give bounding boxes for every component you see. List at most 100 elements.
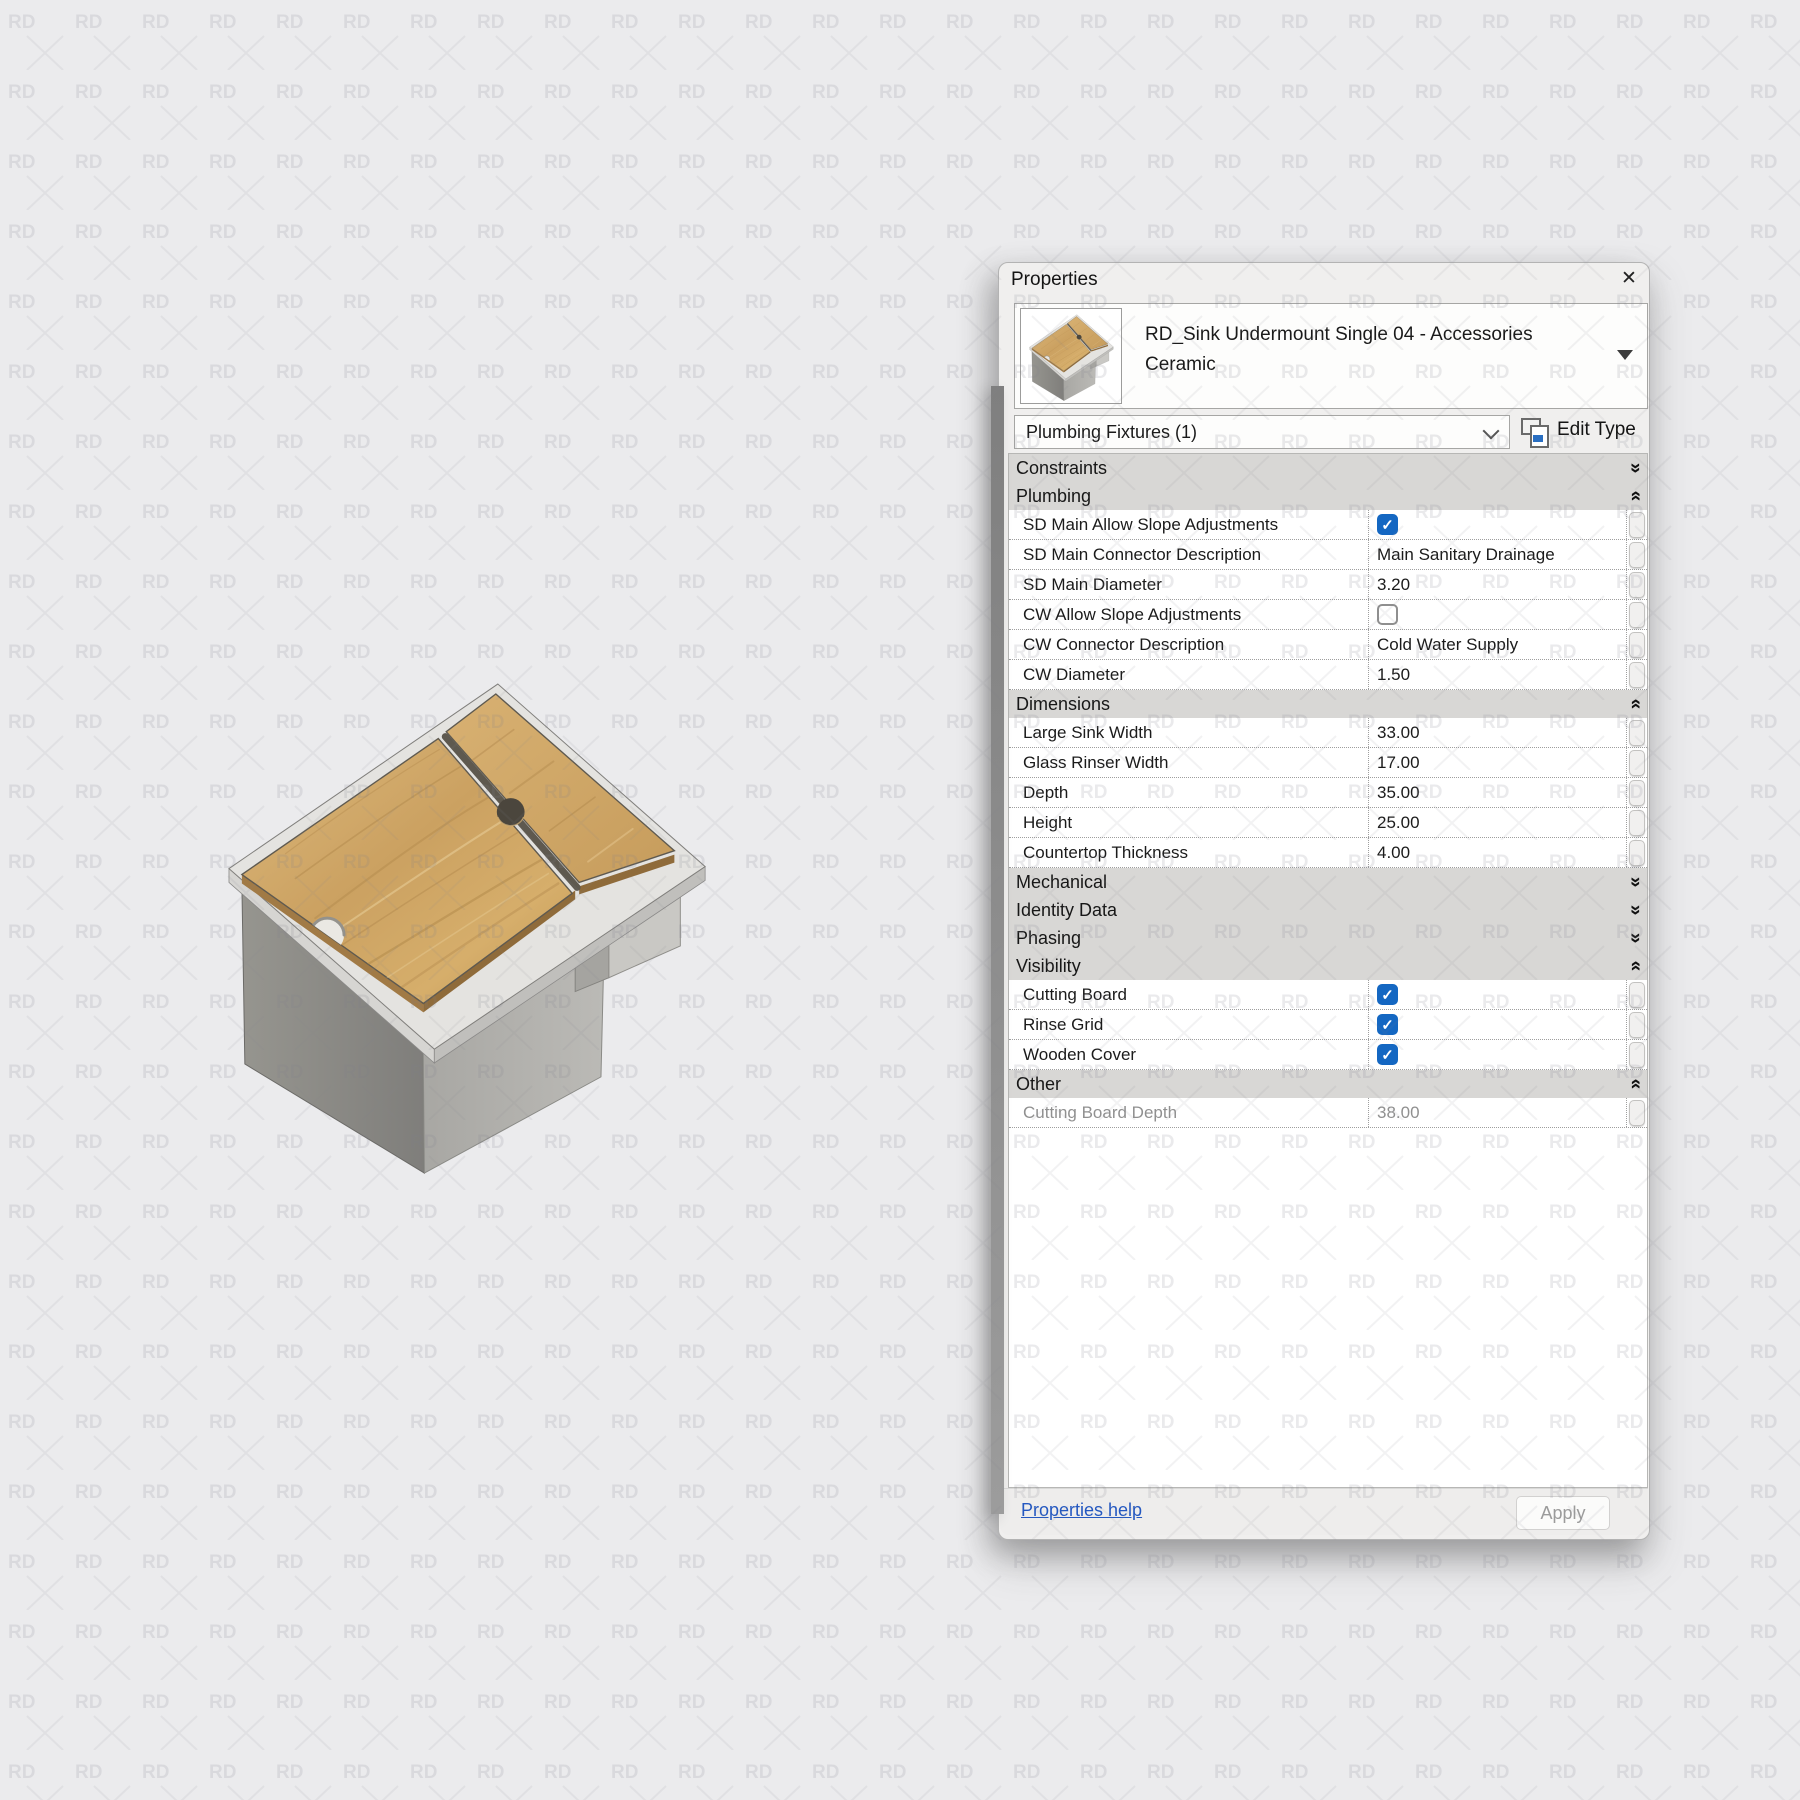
associate-parameter-button[interactable] (1629, 1012, 1645, 1038)
properties-help-link[interactable]: Properties help (1021, 1500, 1142, 1521)
prop-row-side-cell (1626, 660, 1647, 689)
type-selector[interactable]: RD_Sink Undermount Single 04 - Accessori… (1014, 303, 1648, 409)
section-label: Other (1009, 1074, 1061, 1095)
prop-label: SD Main Allow Slope Adjustments (1009, 510, 1368, 539)
section-expand-icon[interactable]: » (1626, 877, 1645, 888)
associate-parameter-button[interactable] (1629, 1100, 1645, 1126)
prop-label: Height (1009, 808, 1368, 837)
chevron-down-icon (1483, 423, 1500, 440)
prop-row-cw-connector-description: CW Connector DescriptionCold Water Suppl… (1009, 630, 1647, 660)
prop-row-rinse-grid: Rinse Grid ✓ (1009, 1010, 1647, 1040)
prop-value[interactable]: 1.50 (1368, 660, 1626, 689)
properties-palette: Properties ✕ RD_Sink Undermount Single 0… (998, 262, 1650, 1540)
type-name: RD_Sink Undermount Single 04 - Accessori… (1145, 320, 1603, 380)
section-label: Constraints (1009, 458, 1107, 479)
prop-value[interactable]: 4.00 (1368, 838, 1626, 867)
prop-value[interactable]: ✓ (1368, 1010, 1626, 1039)
prop-label: CW Diameter (1009, 660, 1368, 689)
prop-value[interactable]: 33.00 (1368, 718, 1626, 747)
prop-row-side-cell (1626, 540, 1647, 569)
category-filter-combobox[interactable]: Plumbing Fixtures (1) (1014, 415, 1510, 449)
checkbox-checked-icon[interactable]: ✓ (1377, 1014, 1398, 1035)
section-collapse-icon[interactable]: » (1626, 1079, 1645, 1090)
associate-parameter-button[interactable] (1629, 750, 1645, 776)
checkbox-checked-icon[interactable]: ✓ (1377, 514, 1398, 535)
associate-parameter-button[interactable] (1629, 662, 1645, 688)
section-expand-icon[interactable]: » (1626, 905, 1645, 916)
prop-label: Countertop Thickness (1009, 838, 1368, 867)
section-expand-icon[interactable]: » (1626, 933, 1645, 944)
section-header-plumbing[interactable]: Plumbing » (1009, 482, 1647, 510)
section-header-constraints[interactable]: Constraints » (1009, 454, 1647, 482)
section-label: Mechanical (1009, 872, 1107, 893)
prop-row-sd-main-connector-description: SD Main Connector DescriptionMain Sanita… (1009, 540, 1647, 570)
associate-parameter-button[interactable] (1629, 720, 1645, 746)
prop-value[interactable]: 38.00 (1368, 1098, 1626, 1127)
section-expand-icon[interactable]: » (1626, 463, 1645, 474)
prop-value[interactable]: 17.00 (1368, 748, 1626, 777)
prop-value[interactable]: ✓ (1368, 980, 1626, 1009)
section-header-mechanical[interactable]: Mechanical » (1009, 868, 1647, 896)
associate-parameter-button[interactable] (1629, 780, 1645, 806)
associate-parameter-button[interactable] (1629, 542, 1645, 568)
property-grid: Constraints » Plumbing » SD Main Allow Slope… (1008, 453, 1648, 1488)
section-label: Phasing (1009, 928, 1081, 949)
dropdown-arrow-icon[interactable] (1617, 350, 1633, 360)
section-collapse-icon[interactable]: » (1626, 699, 1645, 710)
palette-dock-edge[interactable] (991, 386, 1004, 1514)
panel-footer: Properties help Apply (1000, 1488, 1648, 1535)
prop-label: Glass Rinser Width (1009, 748, 1368, 777)
section-label: Plumbing (1009, 486, 1091, 507)
section-collapse-icon[interactable]: » (1626, 491, 1645, 502)
section-header-phasing[interactable]: Phasing » (1009, 924, 1647, 952)
prop-value[interactable] (1368, 600, 1626, 629)
section-header-identity-data[interactable]: Identity Data » (1009, 896, 1647, 924)
prop-value[interactable]: ✓ (1368, 510, 1626, 539)
prop-row-cutting-board-depth: Cutting Board Depth38.00 (1009, 1098, 1647, 1128)
section-label: Visibility (1009, 956, 1081, 977)
prop-value[interactable]: Main Sanitary Drainage (1368, 540, 1626, 569)
section-collapse-icon[interactable]: » (1626, 961, 1645, 972)
section-header-other[interactable]: Other » (1009, 1070, 1647, 1098)
prop-label: Large Sink Width (1009, 718, 1368, 747)
prop-row-side-cell (1626, 808, 1647, 837)
prop-label: CW Connector Description (1009, 630, 1368, 659)
prop-row-side-cell (1626, 718, 1647, 747)
prop-value[interactable]: Cold Water Supply (1368, 630, 1626, 659)
section-header-dimensions[interactable]: Dimensions» (1009, 690, 1647, 718)
checkbox-checked-icon[interactable]: ✓ (1377, 1044, 1398, 1065)
prop-row-side-cell (1626, 600, 1647, 629)
section-label: Identity Data (1009, 900, 1117, 921)
prop-row-side-cell (1626, 1040, 1647, 1069)
edit-type-button[interactable]: Edit Type (1520, 415, 1650, 449)
associate-parameter-button[interactable] (1629, 512, 1645, 538)
prop-value[interactable]: 3.20 (1368, 570, 1626, 599)
prop-label: Rinse Grid (1009, 1010, 1368, 1039)
prop-label: Depth (1009, 778, 1368, 807)
edit-type-icon (1520, 417, 1550, 447)
associate-parameter-button[interactable] (1629, 982, 1645, 1008)
checkbox-checked-icon[interactable]: ✓ (1377, 984, 1398, 1005)
associate-parameter-button[interactable] (1629, 572, 1645, 598)
type-variant-name: Ceramic (1145, 350, 1603, 380)
associate-parameter-button[interactable] (1629, 602, 1645, 628)
prop-row-side-cell (1626, 980, 1647, 1009)
apply-button[interactable]: Apply (1516, 1496, 1610, 1530)
prop-label: Cutting Board (1009, 980, 1368, 1009)
category-filter-value: Plumbing Fixtures (1) (1026, 422, 1197, 443)
section-header-visibility[interactable]: Visibility » (1009, 952, 1647, 980)
checkbox-unchecked-icon[interactable] (1377, 604, 1398, 625)
prop-row-height: Height25.00 (1009, 808, 1647, 838)
close-icon[interactable]: ✕ (1617, 267, 1641, 291)
prop-row-depth: Depth35.00 (1009, 778, 1647, 808)
associate-parameter-button[interactable] (1629, 840, 1645, 866)
prop-value[interactable]: 35.00 (1368, 778, 1626, 807)
prop-row-side-cell (1626, 570, 1647, 599)
prop-label: SD Main Diameter (1009, 570, 1368, 599)
prop-value[interactable]: 25.00 (1368, 808, 1626, 837)
prop-value[interactable]: ✓ (1368, 1040, 1626, 1069)
sink-3d-render (226, 678, 722, 1198)
associate-parameter-button[interactable] (1629, 810, 1645, 836)
associate-parameter-button[interactable] (1629, 1042, 1645, 1068)
associate-parameter-button[interactable] (1629, 632, 1645, 658)
